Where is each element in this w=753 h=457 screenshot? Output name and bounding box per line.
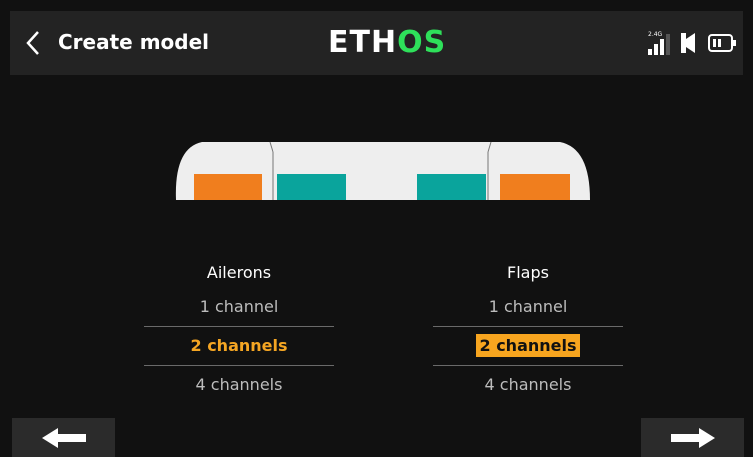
- signal-bars-icon: 2.4G: [648, 31, 670, 55]
- speaker-icon: [681, 33, 695, 53]
- header-bar: Create model ETH OS 2.4G: [10, 11, 743, 75]
- previous-button[interactable]: [12, 418, 115, 457]
- status-icons: 2.4G: [647, 27, 737, 59]
- ailerons-column: Ailerons 1 channel 2 channels 4 channels: [144, 258, 334, 404]
- back-button[interactable]: [12, 21, 54, 65]
- screen: Create model ETH OS 2.4G Ailerons 1 chan…: [0, 0, 753, 457]
- left-aileron-surface: [194, 174, 262, 200]
- flaps-option-1-channel[interactable]: 1 channel: [433, 288, 623, 327]
- arrow-left-icon: [41, 427, 86, 448]
- flaps-title: Flaps: [507, 263, 549, 282]
- right-aileron-surface: [500, 174, 570, 200]
- arrow-right-icon: [670, 427, 715, 448]
- left-flap-surface: [277, 174, 346, 200]
- wing-diagram: [175, 141, 590, 200]
- next-button[interactable]: [641, 418, 744, 457]
- ailerons-option-4-channels[interactable]: 4 channels: [144, 366, 334, 404]
- ailerons-option-2-channels[interactable]: 2 channels: [144, 327, 334, 366]
- battery-icon: [708, 34, 736, 52]
- flaps-selected-highlight: 2 channels: [476, 334, 580, 357]
- page-title: Create model: [58, 30, 210, 54]
- logo-part-os: OS: [397, 24, 447, 60]
- ailerons-option-1-channel[interactable]: 1 channel: [144, 288, 334, 327]
- chevron-left-icon: [26, 31, 39, 55]
- ethos-logo: ETH OS: [328, 24, 447, 60]
- flaps-option-2-channels[interactable]: 2 channels: [433, 327, 623, 366]
- right-flap-surface: [417, 174, 486, 200]
- ailerons-title: Ailerons: [206, 263, 272, 282]
- flaps-option-4-channels[interactable]: 4 channels: [433, 366, 623, 404]
- logo-part-eth: ETH: [328, 24, 398, 60]
- flaps-column: Flaps 1 channel 2 channels 4 channels: [433, 258, 623, 404]
- radio-band-label: 2.4G: [648, 31, 663, 38]
